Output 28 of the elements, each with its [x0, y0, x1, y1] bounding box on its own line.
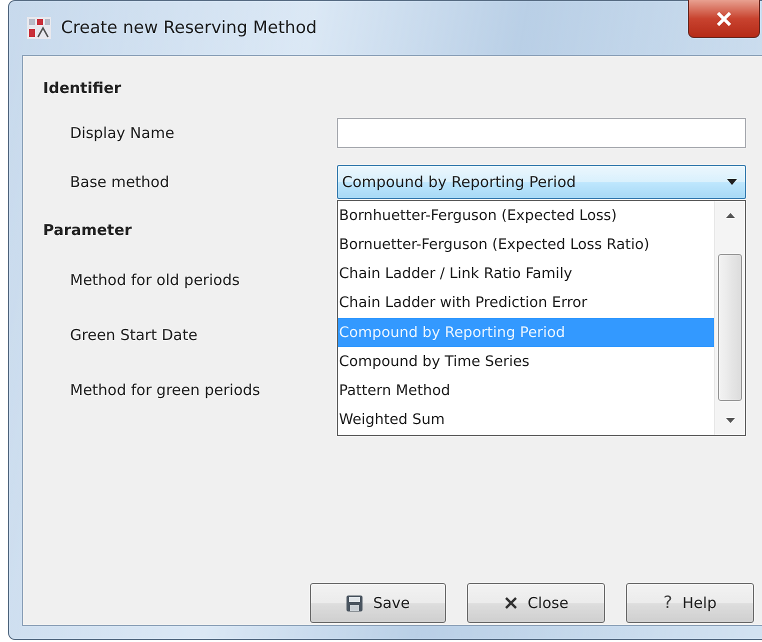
- scrollbar[interactable]: [714, 201, 745, 435]
- help-button[interactable]: ? Help: [626, 583, 754, 623]
- close-button[interactable]: Close: [467, 583, 605, 623]
- field-label: Method for old periods: [69, 271, 241, 289]
- dropdown-option[interactable]: Chain Ladder / Link Ratio Family: [338, 260, 714, 289]
- close-icon: [715, 10, 733, 26]
- field-label: Green Start Date: [69, 326, 198, 344]
- dropdown-option[interactable]: Compound by Time Series: [338, 347, 714, 376]
- dropdown-option[interactable]: Bornuetter-Ferguson (Expected Loss Ratio): [338, 230, 714, 260]
- field-label: Method for green periods: [69, 381, 262, 399]
- section-heading: Parameter: [43, 220, 132, 241]
- scroll-up-arrow-icon[interactable]: [726, 213, 734, 218]
- scroll-down-arrow-icon[interactable]: [726, 418, 734, 423]
- dropdown-option[interactable]: Bornhuetter-Ferguson (Expected Loss): [338, 201, 714, 230]
- field-label: Base method: [69, 173, 170, 191]
- close-icon: [504, 596, 518, 610]
- help-icon: ?: [663, 593, 672, 613]
- dropdown-arrow-icon: [727, 179, 737, 185]
- dropdown-option[interactable]: Chain Ladder with Prediction Error: [338, 288, 714, 318]
- display-name-field[interactable]: [337, 118, 746, 148]
- dropdown-option[interactable]: Pattern Method: [338, 376, 714, 406]
- save-button[interactable]: Save: [310, 583, 446, 623]
- close-window-button[interactable]: [688, 0, 760, 38]
- app-icon: [27, 17, 51, 39]
- dropdown-option[interactable]: Weighted Sum: [338, 406, 714, 435]
- window-title: Create new Reserving Method: [61, 18, 317, 38]
- field-label: Display Name: [69, 124, 176, 142]
- section-heading: Identifier: [43, 78, 122, 99]
